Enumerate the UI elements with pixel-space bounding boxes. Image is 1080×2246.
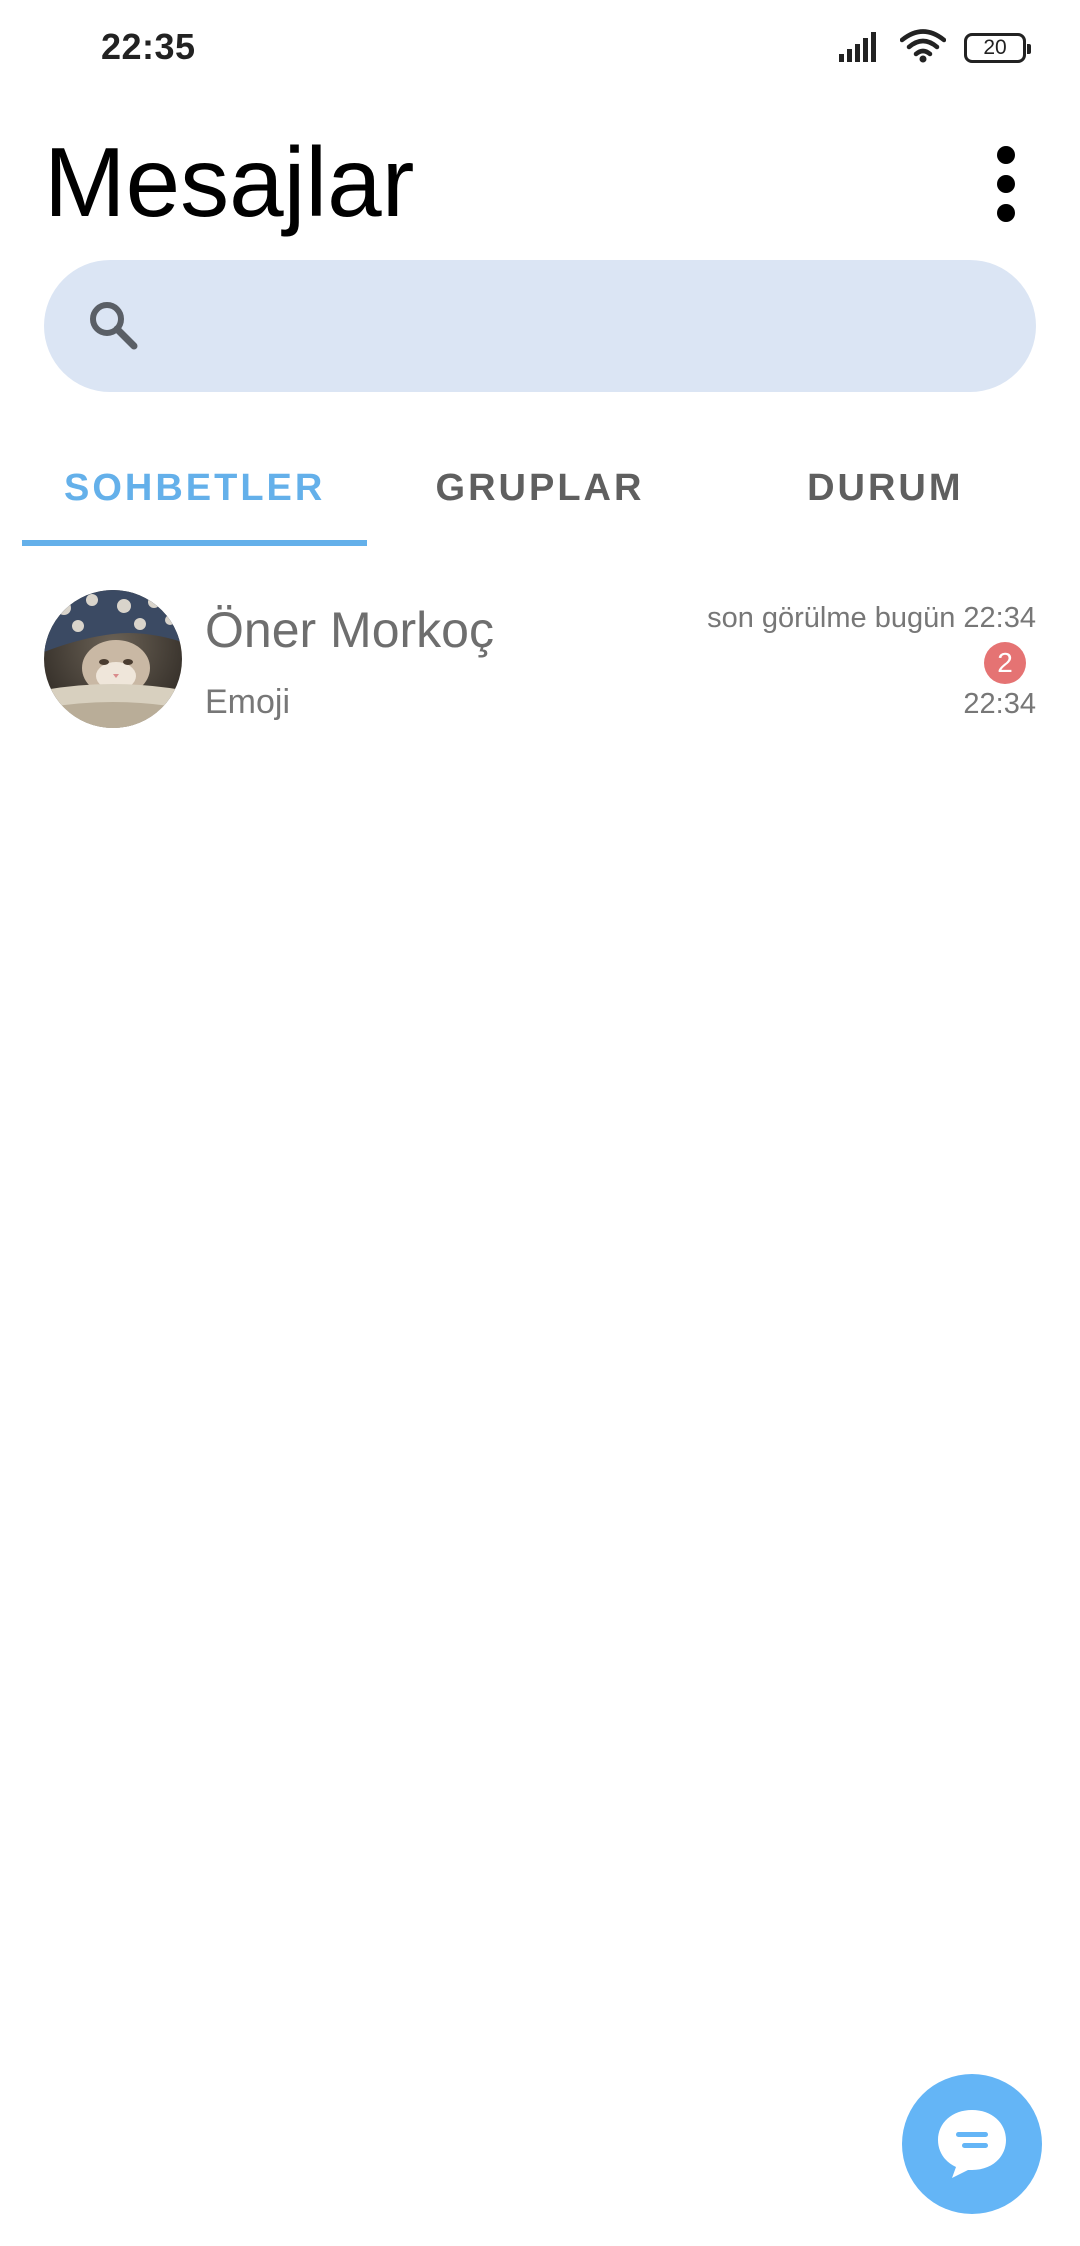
avatar[interactable] — [44, 590, 182, 728]
chat-last-seen: son görülme bugün 22:34 — [707, 602, 1036, 634]
status-time: 22:35 — [101, 26, 196, 67]
more-vert-icon-dot — [997, 204, 1015, 222]
tab-bar: SOHBETLER GRUPLAR DURUM — [22, 430, 1058, 546]
chat-name: Öner Morkoç — [205, 602, 494, 658]
status-icons: 20 — [838, 26, 1031, 70]
signal-icon — [838, 30, 882, 67]
search-icon — [84, 296, 144, 356]
page-title: Mesajlar — [44, 127, 415, 237]
search-bar[interactable] — [44, 260, 1036, 392]
chat-list: Öner Morkoç Emoji son görülme bugün 22:3… — [0, 570, 1080, 748]
battery-level: 20 — [983, 36, 1007, 59]
status-bar: 22:35 20 — [0, 0, 1080, 96]
more-vert-icon — [997, 146, 1015, 164]
unread-badge: 2 — [984, 642, 1026, 684]
more-options-button[interactable] — [976, 146, 1036, 222]
battery-icon: 20 — [964, 33, 1031, 63]
chat-list-item[interactable]: Öner Morkoç Emoji son görülme bugün 22:3… — [0, 570, 1080, 748]
tab-sohbetler[interactable]: SOHBETLER — [22, 430, 368, 546]
more-vert-icon-dot — [997, 175, 1015, 193]
wifi-icon — [899, 28, 947, 68]
search-input[interactable] — [168, 285, 992, 367]
chat-last-message: Emoji — [205, 683, 291, 721]
chat-time: 22:34 — [963, 688, 1036, 720]
tab-durum[interactable]: DURUM — [713, 430, 1058, 546]
new-chat-button[interactable] — [902, 2074, 1042, 2214]
new-chat-icon — [932, 2102, 1012, 2187]
tab-gruplar[interactable]: GRUPLAR — [367, 430, 712, 546]
